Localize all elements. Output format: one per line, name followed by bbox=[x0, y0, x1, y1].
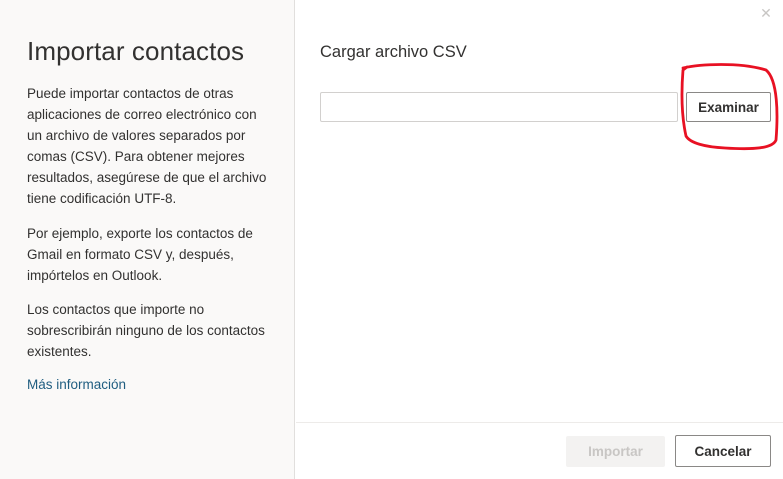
close-icon[interactable]: ✕ bbox=[757, 4, 775, 22]
upload-section-title: Cargar archivo CSV bbox=[320, 43, 467, 61]
import-contacts-dialog: Importar contactos Puede importar contac… bbox=[0, 0, 783, 479]
dialog-title: Importar contactos bbox=[27, 36, 245, 66]
file-path-input[interactable] bbox=[320, 92, 678, 122]
description-paragraph-2: Por ejemplo, exporte los contactos de Gm… bbox=[27, 226, 253, 283]
description-paragraph-3: Los contactos que importe no sobrescribi… bbox=[27, 302, 265, 359]
browse-button[interactable]: Examinar bbox=[686, 92, 771, 122]
import-button[interactable]: Importar bbox=[566, 436, 665, 467]
more-info-link[interactable]: Más información bbox=[27, 377, 126, 392]
description-paragraph-1: Puede importar contactos de otras aplica… bbox=[27, 86, 267, 206]
footer-divider bbox=[296, 422, 783, 423]
info-pane: Importar contactos Puede importar contac… bbox=[0, 0, 295, 479]
cancel-button[interactable]: Cancelar bbox=[675, 435, 771, 467]
